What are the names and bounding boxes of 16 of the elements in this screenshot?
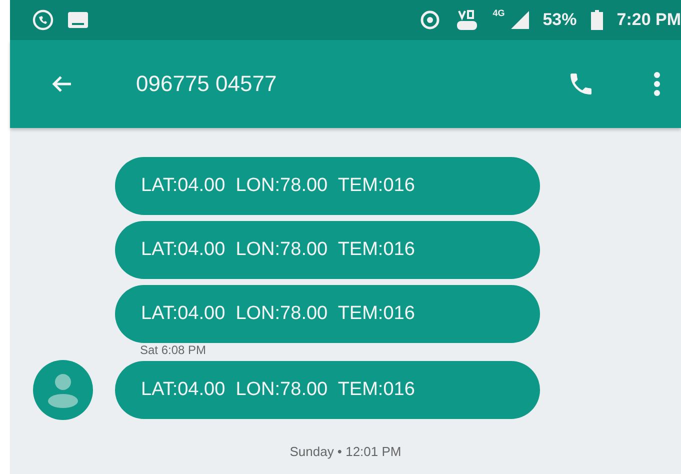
contact-number: 096775 04577 xyxy=(136,71,278,97)
message-bubble: LAT:04.00 LON:78.00 TEM:016 xyxy=(115,221,540,279)
message-bubble: LAT:04.00 LON:78.00 TEM:016 xyxy=(115,361,540,419)
chat-app-icon xyxy=(32,9,54,31)
network-type-label: 4G xyxy=(492,8,505,18)
date-divider: Sunday • 12:01 PM xyxy=(290,444,402,459)
signal-icon xyxy=(510,11,529,29)
battery-percent: 53% xyxy=(542,10,577,30)
more-vertical-icon xyxy=(653,71,661,97)
message-bubble: LAT:04.00 LON:78.00 TEM:016 xyxy=(115,157,540,215)
image-icon xyxy=(68,12,88,28)
hotspot-icon xyxy=(418,10,441,30)
battery-icon xyxy=(590,10,603,30)
message-timestamp: Sat 6:08 PM xyxy=(140,342,208,358)
message-bubble: LAT:04.00 LON:78.00 TEM:016 xyxy=(115,285,540,343)
clock-time: 7:20 PM xyxy=(616,10,681,30)
